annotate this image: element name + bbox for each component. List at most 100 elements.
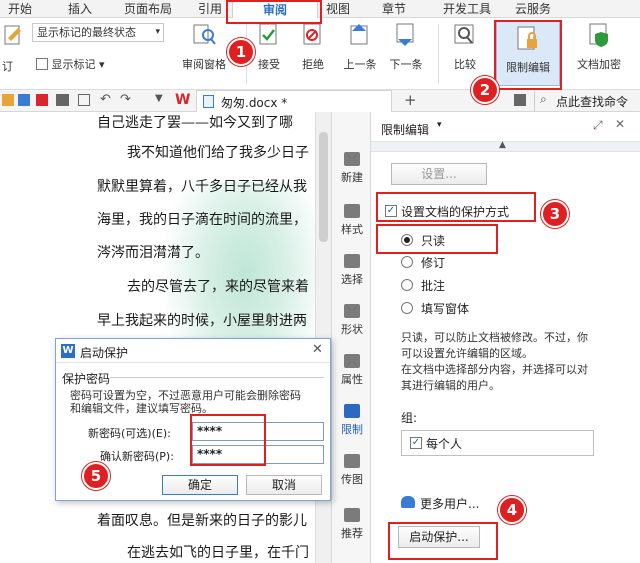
tab-sections[interactable]: 章节: [378, 0, 410, 18]
document-line: 我不知道他们给了我多少日子: [127, 145, 309, 161]
undo-icon[interactable]: ↶: [100, 92, 111, 107]
tab-references[interactable]: 引用: [194, 0, 226, 18]
review-pane-icon: [193, 24, 216, 45]
highlight-start-protection: [388, 522, 498, 560]
pdf-icon[interactable]: [36, 94, 48, 106]
compare-icon: [454, 24, 474, 44]
ok-button[interactable]: 确定: [162, 475, 238, 495]
document-line: 着面叹息。但是新来的日子的影儿: [97, 513, 307, 529]
document-line: 默默里算着，八千多日子已经从我: [97, 179, 307, 195]
radio-revision[interactable]: [401, 256, 413, 268]
step-marker-1: 1: [227, 38, 255, 66]
tab-view[interactable]: 视图: [322, 0, 354, 18]
dialog-title: 启动保护: [80, 346, 129, 360]
tab-insert[interactable]: 插入: [64, 0, 96, 18]
side-tool-style[interactable]: 样式: [332, 204, 372, 237]
scrollbar-thumb[interactable]: [319, 132, 328, 242]
chevron-down-icon[interactable]: ▾: [437, 120, 442, 130]
group-everyone-checkbox[interactable]: ✓: [410, 437, 422, 449]
quick-access-bar: ↶ ↷ ▼ W 匆匆.docx * + ⌕ 点此查找命令: [0, 90, 640, 112]
track-changes-button[interactable]: 订: [0, 24, 26, 73]
reject-button[interactable]: 拒绝: [296, 22, 330, 72]
folder-icon[interactable]: [2, 94, 14, 106]
tab-developer[interactable]: 开发工具: [438, 0, 496, 18]
tab-page-layout[interactable]: 页面布局: [118, 0, 178, 18]
shape-icon: [344, 304, 360, 318]
document-icon: [36, 58, 48, 70]
markup-state-dropdown[interactable]: 显示标记的最终状态 ▾: [32, 23, 164, 42]
chevron-down-icon: ▾: [155, 27, 160, 37]
tab-cloud[interactable]: 云服务: [510, 0, 556, 18]
properties-icon: [344, 354, 360, 368]
style-icon: [344, 204, 360, 218]
highlight-restrict-editing: [494, 20, 562, 90]
close-icon[interactable]: ✕: [615, 117, 625, 131]
print-preview-icon[interactable]: [78, 94, 90, 106]
step-marker-5: 5: [82, 462, 110, 490]
image-icon: [344, 454, 360, 468]
next-change-button[interactable]: 下一条: [386, 22, 426, 72]
highlight-password-fields: [190, 414, 266, 466]
side-tool-restrict[interactable]: 限制: [332, 404, 372, 437]
redo-icon[interactable]: ↷: [120, 92, 131, 107]
group-list[interactable]: ✓ 每个人: [401, 430, 594, 456]
confirm-password-label: 确认新密码(P):: [100, 450, 174, 463]
show-markup-button[interactable]: 显示标记 ▾: [36, 56, 116, 72]
side-tool-recommend[interactable]: 推荐: [332, 508, 372, 541]
new-password-label: 新密码(可选)(E):: [88, 427, 171, 440]
reject-icon: [303, 23, 321, 45]
new-tab-button[interactable]: +: [404, 91, 417, 109]
document-line: 在逃去如飞的日子里，在千门: [127, 545, 309, 561]
next-icon: [396, 23, 414, 46]
accept-icon: [259, 23, 277, 45]
side-tool-shape[interactable]: 形状: [332, 304, 372, 337]
word-document-icon: [203, 95, 214, 108]
panel-title[interactable]: 限制编辑: [381, 121, 429, 138]
review-pane-button[interactable]: 审阅窗格: [174, 22, 234, 72]
compare-button[interactable]: 比较: [444, 22, 486, 72]
close-icon[interactable]: ✕: [312, 342, 323, 357]
description-text: 只读，可以防止文档被修改。不过，你 可以设置允许编辑的区域。 在文档中选择部分内…: [401, 331, 588, 392]
search-icon[interactable]: ⌕: [540, 92, 547, 107]
previous-change-button[interactable]: 上一条: [340, 22, 380, 72]
new-icon: [344, 152, 360, 166]
collapse-bar[interactable]: ▲: [371, 140, 640, 152]
pin-icon[interactable]: [514, 94, 526, 106]
restrict-editing-panel: 限制编辑 ▾ ⤢ ✕ ▲ 设置... ✓ 设置文档的保护方式 只读 修订 批注 …: [371, 112, 640, 563]
track-changes-icon: [4, 25, 21, 45]
search-command-input[interactable]: 点此查找命令: [556, 93, 628, 110]
expand-icon[interactable]: ⤢: [593, 118, 603, 133]
side-tool-upload-image[interactable]: 传图: [332, 454, 372, 487]
password-hint: 密码可设置为空，不过恶意用户可能会删除密码 和编辑文件，建议填写密码。: [70, 389, 301, 415]
radio-fill-form[interactable]: [401, 302, 413, 314]
side-tool-select[interactable]: 选择: [332, 254, 372, 287]
radio-comment[interactable]: [401, 279, 413, 291]
highlight-readonly-option: [376, 224, 498, 254]
side-tool-properties[interactable]: 属性: [332, 354, 372, 387]
tab-home[interactable]: 开始: [4, 0, 36, 18]
save-icon[interactable]: [18, 94, 30, 106]
document-line: 去的尽管去了，来的尽管来着: [127, 279, 309, 295]
step-marker-4: 4: [498, 496, 526, 524]
settings-button[interactable]: 设置...: [391, 163, 487, 185]
recommend-icon: [344, 508, 360, 522]
document-line: 海里，我的日子滴在时间的流里，: [97, 212, 307, 228]
side-tool-new[interactable]: 新建: [332, 152, 372, 185]
more-users-link[interactable]: 更多用户...: [420, 495, 479, 512]
document-encrypt-button[interactable]: 文档加密: [568, 22, 630, 72]
group-label: 组:: [401, 411, 418, 425]
document-line: 早上我起来的时候，小屋里射进两: [97, 313, 307, 329]
panel-header: 限制编辑 ▾ ⤢ ✕: [371, 112, 640, 142]
print-icon[interactable]: [56, 94, 69, 106]
cancel-button[interactable]: 取消: [246, 475, 322, 495]
highlight-review-tab: [226, 0, 322, 24]
document-tab[interactable]: 匆匆.docx *: [196, 90, 392, 112]
chevron-down-icon[interactable]: ▼: [155, 93, 163, 104]
previous-icon: [350, 24, 368, 45]
lock-icon: [344, 404, 360, 418]
wps-logo-icon: W: [61, 344, 75, 358]
document-line: 自己逃走了罢——如今又到了哪: [97, 115, 293, 131]
accept-button[interactable]: 接受: [252, 22, 286, 72]
wps-logo-icon[interactable]: W: [175, 92, 190, 108]
shield-icon: [589, 23, 608, 47]
